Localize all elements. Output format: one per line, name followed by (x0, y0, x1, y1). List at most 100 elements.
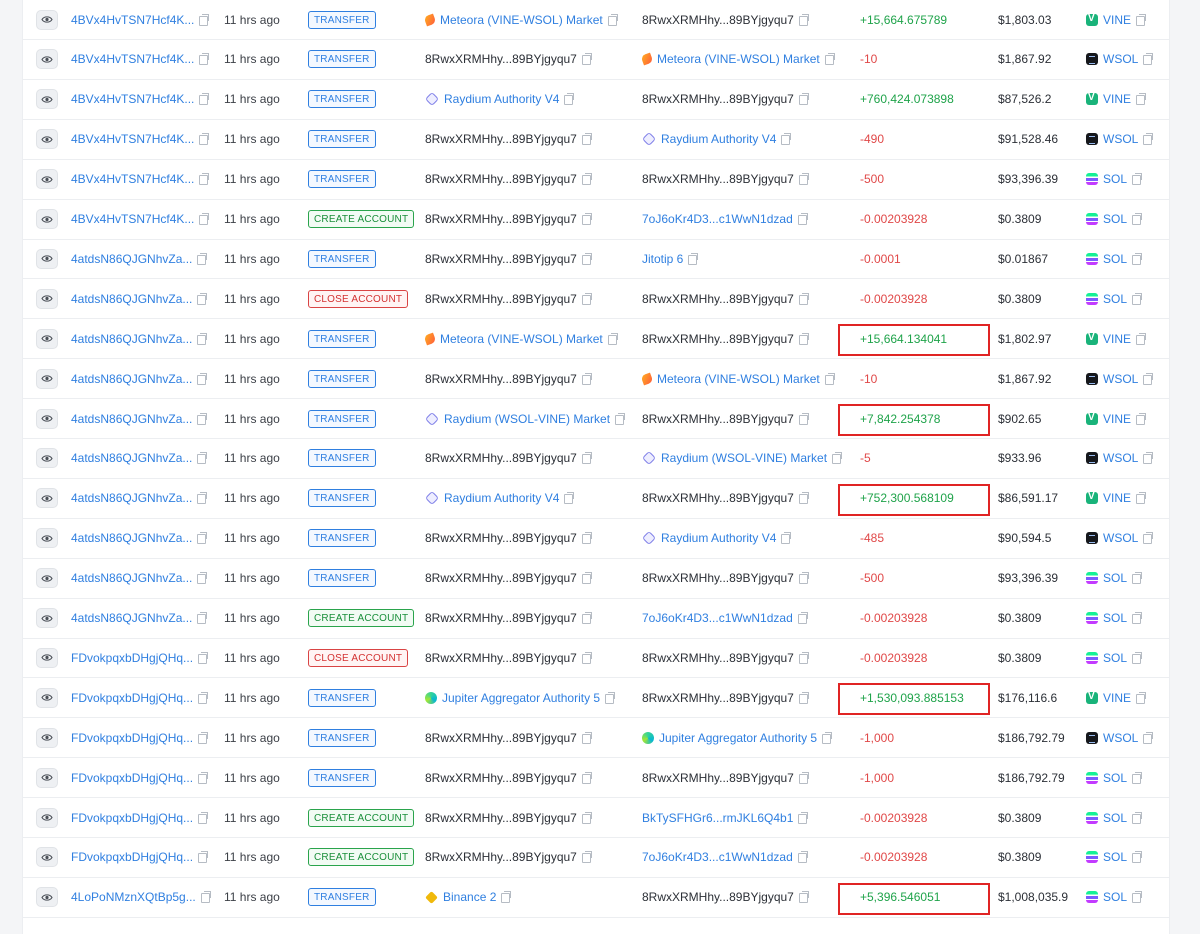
copy-icon[interactable] (781, 133, 792, 146)
signature-link[interactable]: 4atdsN86QJGNhvZa... (71, 531, 192, 545)
signature-link[interactable]: 4atdsN86QJGNhvZa... (71, 372, 192, 386)
to-address[interactable]: 8RwxXRMHhy...89BYjgyqu7 (642, 412, 794, 426)
copy-icon[interactable] (798, 292, 809, 305)
copy-icon[interactable] (581, 292, 592, 305)
copy-icon[interactable] (581, 173, 592, 186)
copy-icon[interactable] (197, 412, 208, 425)
from-address[interactable]: 8RwxXRMHhy...89BYjgyqu7 (425, 531, 577, 545)
token-link[interactable]: VINE (1103, 92, 1131, 106)
copy-icon[interactable] (581, 133, 592, 146)
from-address[interactable]: 8RwxXRMHhy...89BYjgyqu7 (425, 731, 577, 745)
token-link[interactable]: SOL (1103, 292, 1127, 306)
token-link[interactable]: WSOL (1103, 531, 1138, 545)
copy-icon[interactable] (197, 612, 208, 624)
to-address[interactable]: 8RwxXRMHhy...89BYjgyqu7 (642, 92, 794, 106)
token-link[interactable]: SOL (1103, 850, 1127, 864)
token-link[interactable]: VINE (1103, 491, 1131, 505)
copy-icon[interactable] (1132, 612, 1143, 624)
signature-link[interactable]: 4atdsN86QJGNhvZa... (71, 412, 192, 426)
from-address[interactable]: 8RwxXRMHhy...89BYjgyqu7 (425, 212, 577, 226)
view-button[interactable] (36, 488, 58, 509)
copy-icon[interactable] (781, 532, 792, 545)
copy-icon[interactable] (581, 532, 592, 545)
from-address[interactable]: 8RwxXRMHhy...89BYjgyqu7 (425, 611, 577, 625)
copy-icon[interactable] (1136, 492, 1147, 505)
copy-icon[interactable] (798, 492, 809, 505)
copy-icon[interactable] (198, 731, 209, 744)
copy-icon[interactable] (581, 252, 592, 265)
to-address[interactable]: 8RwxXRMHhy...89BYjgyqu7 (642, 890, 794, 904)
to-address[interactable]: BkTySFHGr6...rmJKL6Q4b1 (642, 811, 793, 825)
token-link[interactable]: WSOL (1103, 52, 1138, 66)
token-link[interactable]: WSOL (1103, 731, 1138, 745)
signature-link[interactable]: 4atdsN86QJGNhvZa... (71, 252, 192, 266)
copy-icon[interactable] (798, 691, 809, 704)
token-link[interactable]: SOL (1103, 172, 1127, 186)
copy-icon[interactable] (1132, 811, 1143, 824)
to-address[interactable]: 7oJ6oKr4D3...c1WwN1dzad (642, 611, 793, 625)
copy-icon[interactable] (198, 691, 209, 704)
copy-icon[interactable] (199, 53, 210, 66)
copy-icon[interactable] (198, 851, 209, 864)
view-button[interactable] (36, 408, 58, 429)
view-button[interactable] (36, 887, 58, 908)
signature-link[interactable]: FDvokpqxbDHgjQHq... (71, 850, 193, 864)
copy-icon[interactable] (581, 53, 592, 66)
to-address[interactable]: 7oJ6oKr4D3...c1WwN1dzad (642, 212, 793, 226)
from-address[interactable]: 8RwxXRMHhy...89BYjgyqu7 (425, 811, 577, 825)
copy-icon[interactable] (607, 332, 618, 345)
copy-icon[interactable] (199, 93, 210, 106)
copy-icon[interactable] (197, 252, 208, 265)
view-button[interactable] (36, 328, 58, 349)
signature-link[interactable]: 4BVx4HvTSN7Hcf4K... (71, 132, 194, 146)
from-address[interactable]: 8RwxXRMHhy...89BYjgyqu7 (425, 571, 577, 585)
token-link[interactable]: SOL (1103, 811, 1127, 825)
signature-link[interactable]: FDvokpqxbDHgjQHq... (71, 651, 193, 665)
view-button[interactable] (36, 248, 58, 269)
copy-icon[interactable] (1132, 292, 1143, 305)
signature-link[interactable]: FDvokpqxbDHgjQHq... (71, 691, 193, 705)
copy-icon[interactable] (798, 332, 809, 345)
copy-icon[interactable] (1143, 452, 1154, 465)
copy-icon[interactable] (1132, 252, 1143, 265)
token-link[interactable]: WSOL (1103, 132, 1138, 146)
copy-icon[interactable] (197, 372, 208, 385)
to-address[interactable]: Raydium Authority V4 (661, 132, 776, 146)
copy-icon[interactable] (1132, 771, 1143, 784)
token-link[interactable]: VINE (1103, 412, 1131, 426)
token-link[interactable]: VINE (1103, 691, 1131, 705)
copy-icon[interactable] (581, 372, 592, 385)
from-address[interactable]: Binance 2 (443, 890, 496, 904)
to-address[interactable]: Meteora (VINE-WSOL) Market (657, 372, 820, 386)
from-address[interactable]: 8RwxXRMHhy...89BYjgyqu7 (425, 451, 577, 465)
copy-icon[interactable] (798, 811, 809, 824)
view-button[interactable] (36, 687, 58, 708)
copy-icon[interactable] (824, 53, 835, 66)
token-link[interactable]: SOL (1103, 771, 1127, 785)
token-link[interactable]: SOL (1103, 890, 1127, 904)
from-address[interactable]: 8RwxXRMHhy...89BYjgyqu7 (425, 292, 577, 306)
copy-icon[interactable] (199, 213, 210, 225)
copy-icon[interactable] (832, 452, 843, 465)
view-button[interactable] (36, 9, 58, 30)
from-address[interactable]: 8RwxXRMHhy...89BYjgyqu7 (425, 651, 577, 665)
to-address[interactable]: Raydium Authority V4 (661, 531, 776, 545)
copy-icon[interactable] (1132, 651, 1143, 664)
view-button[interactable] (36, 528, 58, 549)
view-button[interactable] (36, 288, 58, 309)
view-button[interactable] (36, 209, 58, 229)
copy-icon[interactable] (581, 851, 592, 864)
token-link[interactable]: WSOL (1103, 372, 1138, 386)
to-address[interactable]: 8RwxXRMHhy...89BYjgyqu7 (642, 491, 794, 505)
copy-icon[interactable] (1132, 891, 1143, 904)
to-address[interactable]: 8RwxXRMHhy...89BYjgyqu7 (642, 13, 794, 27)
copy-icon[interactable] (581, 811, 592, 824)
view-button[interactable] (36, 568, 58, 589)
from-address[interactable]: 8RwxXRMHhy...89BYjgyqu7 (425, 372, 577, 386)
view-button[interactable] (36, 368, 58, 389)
token-link[interactable]: WSOL (1103, 451, 1138, 465)
copy-icon[interactable] (798, 572, 809, 585)
copy-icon[interactable] (581, 771, 592, 784)
signature-link[interactable]: 4BVx4HvTSN7Hcf4K... (71, 212, 194, 226)
signature-link[interactable]: 4atdsN86QJGNhvZa... (71, 491, 192, 505)
